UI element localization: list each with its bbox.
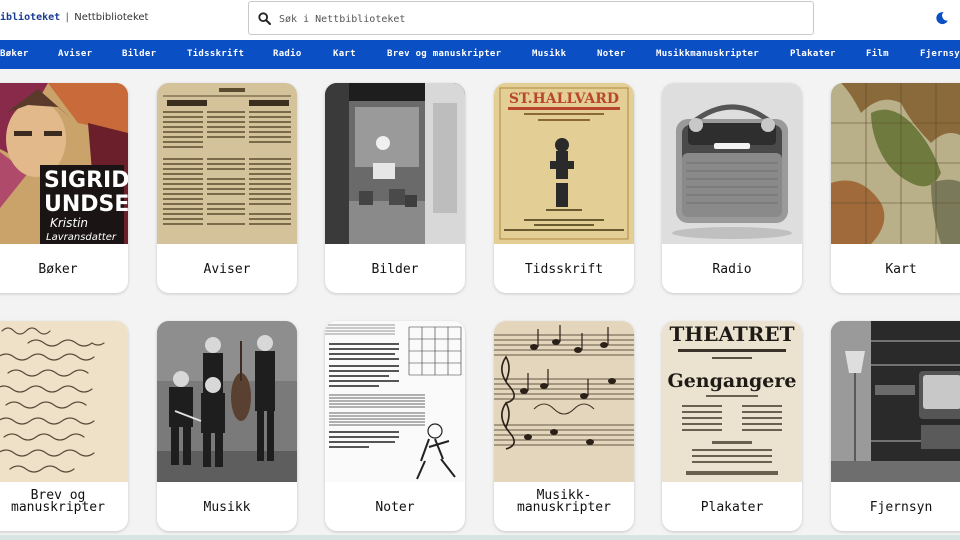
category-card-kart[interactable]: Kart (831, 83, 960, 293)
category-card-plakater[interactable]: THEATRET Gengangere Plakater (662, 321, 802, 531)
card-label-plakater: Plakater (700, 500, 764, 515)
card-label-kart: Kart (885, 262, 917, 277)
category-card-aviser[interactable]: Aviser (157, 83, 297, 293)
poster-title: THEATRET (669, 322, 794, 346)
radio-thumbnail (662, 83, 802, 244)
category-card-fjernsyn[interactable]: Fjernsyn (831, 321, 960, 531)
card-label-musikkmanuskripter: Musikk- manuskripter (494, 489, 634, 515)
musikk-thumbnail (157, 321, 297, 482)
nav-item-brev[interactable]: Brev og manuskripter (387, 49, 501, 59)
book-title-sigrid: SIGRID (44, 168, 128, 193)
nav-item-radio[interactable]: Radio (273, 49, 302, 59)
nav-item-aviser[interactable]: Aviser (58, 49, 92, 59)
search-box[interactable] (248, 1, 814, 35)
card-label-bilder: Bilder (371, 262, 419, 277)
poster-play: Gengangere (667, 370, 796, 392)
nav-item-boker[interactable]: Bøker (0, 49, 29, 59)
book-subtitle-lavransdatter: Lavransdatter (46, 232, 117, 243)
category-card-tidsskrift[interactable]: ST.HALLVARD Tidsskrift (494, 83, 634, 293)
moon-icon[interactable] (935, 11, 949, 25)
nav-item-musikk[interactable]: Musikk (532, 49, 566, 59)
category-card-radio[interactable]: Radio (662, 83, 802, 293)
card-label-musikk: Musikk (203, 500, 251, 515)
noter-thumbnail (325, 321, 465, 482)
search-icon[interactable] (258, 12, 271, 25)
category-card-boker[interactable]: SIGRID UNDSET Kristin Lavransdatter Bøke… (0, 83, 128, 293)
card-label-boker: Bøker (38, 262, 78, 277)
boker-thumbnail: SIGRID UNDSET Kristin Lavransdatter (0, 83, 128, 244)
brand-name: Nettbiblioteket (74, 12, 149, 23)
book-title-undset: UNDSET (44, 192, 128, 217)
search-input[interactable] (279, 9, 779, 29)
category-card-musikkmanuskripter[interactable]: Musikk- manuskripter (494, 321, 634, 531)
card-label-tidsskrift: Tidsskrift (524, 262, 604, 277)
nav-item-fjernsyn[interactable]: Fjernsyn (920, 49, 960, 59)
book-subtitle-kristin: Kristin (50, 216, 88, 230)
nav-item-musikkmanuskripter[interactable]: Musikkmanuskripter (656, 49, 759, 59)
card-label-brev-line2: manuskripter (11, 500, 105, 515)
kart-thumbnail (831, 83, 960, 244)
bottom-strip (0, 535, 960, 540)
nav-item-plakater[interactable]: Plakater (790, 49, 836, 59)
category-card-brev[interactable]: Brev og manuskripter (0, 321, 128, 531)
brand-bold: iblioteket (0, 12, 61, 23)
journal-title: ST.HALLVARD (509, 91, 619, 107)
card-label-musikkmanuskripter-line2: manuskripter (517, 500, 611, 515)
nav-item-kart[interactable]: Kart (333, 49, 356, 59)
brev-thumbnail (0, 321, 128, 482)
aviser-thumbnail (157, 83, 297, 244)
tidsskrift-thumbnail: ST.HALLVARD (494, 83, 634, 244)
nav-item-bilder[interactable]: Bilder (122, 49, 156, 59)
brand-separator: | (64, 12, 71, 23)
category-card-musikk[interactable]: Musikk (157, 321, 297, 531)
bilder-thumbnail (325, 83, 465, 244)
site-brand[interactable]: iblioteket | Nettbiblioteket (0, 12, 148, 23)
category-card-bilder[interactable]: Bilder (325, 83, 465, 293)
nav-item-noter[interactable]: Noter (597, 49, 626, 59)
card-label-noter: Noter (375, 500, 415, 515)
fjernsyn-thumbnail (831, 321, 960, 482)
top-header: iblioteket | Nettbiblioteket (0, 0, 960, 40)
card-label-aviser: Aviser (203, 262, 251, 277)
card-label-fjernsyn: Fjernsyn (869, 500, 933, 515)
category-nav: Bøker Aviser Bilder Tidsskrift Radio Kar… (0, 40, 960, 69)
nav-item-film[interactable]: Film (866, 49, 889, 59)
musikkmanuskripter-thumbnail (494, 321, 634, 482)
category-card-noter[interactable]: Noter (325, 321, 465, 531)
plakater-thumbnail: THEATRET Gengangere (662, 321, 802, 482)
card-label-brev: Brev og manuskripter (0, 489, 128, 515)
card-label-radio: Radio (712, 262, 752, 277)
nav-item-tidsskrift[interactable]: Tidsskrift (187, 49, 244, 59)
